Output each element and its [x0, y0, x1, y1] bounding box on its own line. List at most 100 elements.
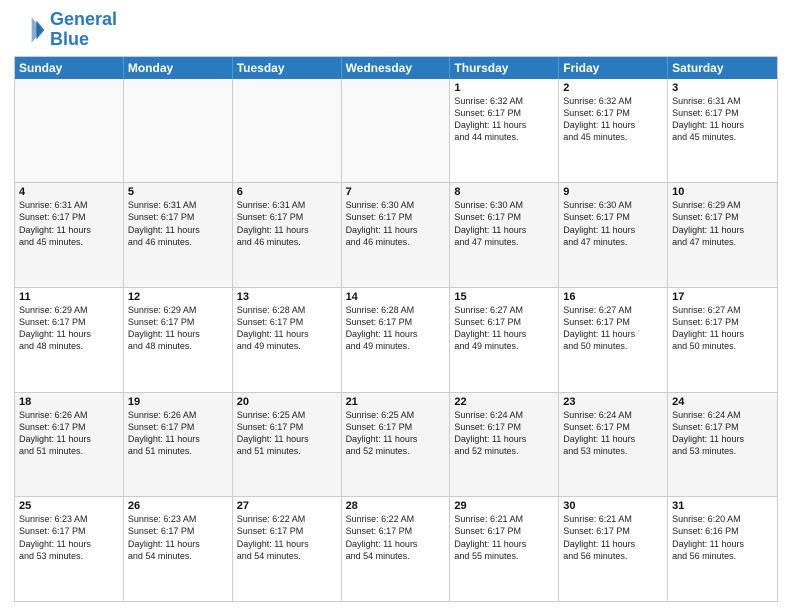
- day-number: 9: [563, 186, 663, 198]
- day-number: 4: [19, 186, 119, 198]
- cell-info: Sunrise: 6:21 AM Sunset: 6:17 PM Dayligh…: [454, 513, 554, 562]
- day-number: 7: [346, 186, 446, 198]
- calendar-cell: 19Sunrise: 6:26 AM Sunset: 6:17 PM Dayli…: [124, 393, 233, 497]
- cell-info: Sunrise: 6:27 AM Sunset: 6:17 PM Dayligh…: [454, 304, 554, 353]
- cell-info: Sunrise: 6:28 AM Sunset: 6:17 PM Dayligh…: [237, 304, 337, 353]
- day-number: 17: [672, 291, 773, 303]
- day-number: 11: [19, 291, 119, 303]
- cell-info: Sunrise: 6:32 AM Sunset: 6:17 PM Dayligh…: [563, 95, 663, 144]
- day-number: 3: [672, 82, 773, 94]
- cell-info: Sunrise: 6:24 AM Sunset: 6:17 PM Dayligh…: [672, 409, 773, 458]
- weekday-header: Saturday: [668, 57, 777, 79]
- day-number: 15: [454, 291, 554, 303]
- calendar-cell: 17Sunrise: 6:27 AM Sunset: 6:17 PM Dayli…: [668, 288, 777, 392]
- cell-info: Sunrise: 6:31 AM Sunset: 6:17 PM Dayligh…: [128, 199, 228, 248]
- cell-info: Sunrise: 6:27 AM Sunset: 6:17 PM Dayligh…: [563, 304, 663, 353]
- page: General Blue SundayMondayTuesdayWednesda…: [0, 0, 792, 612]
- calendar-cell: 27Sunrise: 6:22 AM Sunset: 6:17 PM Dayli…: [233, 497, 342, 601]
- cell-info: Sunrise: 6:22 AM Sunset: 6:17 PM Dayligh…: [237, 513, 337, 562]
- cell-info: Sunrise: 6:20 AM Sunset: 6:16 PM Dayligh…: [672, 513, 773, 562]
- calendar-body: 1Sunrise: 6:32 AM Sunset: 6:17 PM Daylig…: [15, 79, 777, 601]
- cell-info: Sunrise: 6:31 AM Sunset: 6:17 PM Dayligh…: [237, 199, 337, 248]
- calendar-cell: 15Sunrise: 6:27 AM Sunset: 6:17 PM Dayli…: [450, 288, 559, 392]
- day-number: 23: [563, 396, 663, 408]
- calendar-cell: 25Sunrise: 6:23 AM Sunset: 6:17 PM Dayli…: [15, 497, 124, 601]
- calendar-cell: 6Sunrise: 6:31 AM Sunset: 6:17 PM Daylig…: [233, 183, 342, 287]
- calendar-row: 25Sunrise: 6:23 AM Sunset: 6:17 PM Dayli…: [15, 496, 777, 601]
- cell-info: Sunrise: 6:24 AM Sunset: 6:17 PM Dayligh…: [563, 409, 663, 458]
- day-number: 20: [237, 396, 337, 408]
- weekday-header: Wednesday: [342, 57, 451, 79]
- calendar-cell: 26Sunrise: 6:23 AM Sunset: 6:17 PM Dayli…: [124, 497, 233, 601]
- calendar-cell: 16Sunrise: 6:27 AM Sunset: 6:17 PM Dayli…: [559, 288, 668, 392]
- cell-info: Sunrise: 6:21 AM Sunset: 6:17 PM Dayligh…: [563, 513, 663, 562]
- day-number: 1: [454, 82, 554, 94]
- day-number: 22: [454, 396, 554, 408]
- calendar: SundayMondayTuesdayWednesdayThursdayFrid…: [14, 56, 778, 602]
- calendar-cell: 7Sunrise: 6:30 AM Sunset: 6:17 PM Daylig…: [342, 183, 451, 287]
- calendar-cell: 11Sunrise: 6:29 AM Sunset: 6:17 PM Dayli…: [15, 288, 124, 392]
- day-number: 8: [454, 186, 554, 198]
- empty-cell: [124, 79, 233, 183]
- logo: General Blue: [14, 10, 117, 50]
- cell-info: Sunrise: 6:29 AM Sunset: 6:17 PM Dayligh…: [128, 304, 228, 353]
- empty-cell: [233, 79, 342, 183]
- header: General Blue: [14, 10, 778, 50]
- calendar-cell: 23Sunrise: 6:24 AM Sunset: 6:17 PM Dayli…: [559, 393, 668, 497]
- day-number: 25: [19, 500, 119, 512]
- cell-info: Sunrise: 6:26 AM Sunset: 6:17 PM Dayligh…: [19, 409, 119, 458]
- calendar-cell: 4Sunrise: 6:31 AM Sunset: 6:17 PM Daylig…: [15, 183, 124, 287]
- cell-info: Sunrise: 6:24 AM Sunset: 6:17 PM Dayligh…: [454, 409, 554, 458]
- calendar-row: 18Sunrise: 6:26 AM Sunset: 6:17 PM Dayli…: [15, 392, 777, 497]
- cell-info: Sunrise: 6:30 AM Sunset: 6:17 PM Dayligh…: [454, 199, 554, 248]
- day-number: 16: [563, 291, 663, 303]
- calendar-cell: 30Sunrise: 6:21 AM Sunset: 6:17 PM Dayli…: [559, 497, 668, 601]
- calendar-header: SundayMondayTuesdayWednesdayThursdayFrid…: [15, 57, 777, 79]
- day-number: 31: [672, 500, 773, 512]
- day-number: 29: [454, 500, 554, 512]
- calendar-cell: 9Sunrise: 6:30 AM Sunset: 6:17 PM Daylig…: [559, 183, 668, 287]
- weekday-header: Tuesday: [233, 57, 342, 79]
- cell-info: Sunrise: 6:30 AM Sunset: 6:17 PM Dayligh…: [346, 199, 446, 248]
- day-number: 24: [672, 396, 773, 408]
- day-number: 18: [19, 396, 119, 408]
- calendar-cell: 5Sunrise: 6:31 AM Sunset: 6:17 PM Daylig…: [124, 183, 233, 287]
- day-number: 30: [563, 500, 663, 512]
- cell-info: Sunrise: 6:31 AM Sunset: 6:17 PM Dayligh…: [19, 199, 119, 248]
- cell-info: Sunrise: 6:25 AM Sunset: 6:17 PM Dayligh…: [346, 409, 446, 458]
- calendar-row: 4Sunrise: 6:31 AM Sunset: 6:17 PM Daylig…: [15, 182, 777, 287]
- logo-text: General Blue: [50, 10, 117, 50]
- cell-info: Sunrise: 6:22 AM Sunset: 6:17 PM Dayligh…: [346, 513, 446, 562]
- calendar-cell: 2Sunrise: 6:32 AM Sunset: 6:17 PM Daylig…: [559, 79, 668, 183]
- calendar-cell: 8Sunrise: 6:30 AM Sunset: 6:17 PM Daylig…: [450, 183, 559, 287]
- cell-info: Sunrise: 6:27 AM Sunset: 6:17 PM Dayligh…: [672, 304, 773, 353]
- weekday-header: Monday: [124, 57, 233, 79]
- day-number: 27: [237, 500, 337, 512]
- calendar-cell: 24Sunrise: 6:24 AM Sunset: 6:17 PM Dayli…: [668, 393, 777, 497]
- calendar-cell: 14Sunrise: 6:28 AM Sunset: 6:17 PM Dayli…: [342, 288, 451, 392]
- cell-info: Sunrise: 6:23 AM Sunset: 6:17 PM Dayligh…: [128, 513, 228, 562]
- calendar-row: 11Sunrise: 6:29 AM Sunset: 6:17 PM Dayli…: [15, 287, 777, 392]
- calendar-cell: 20Sunrise: 6:25 AM Sunset: 6:17 PM Dayli…: [233, 393, 342, 497]
- weekday-header: Thursday: [450, 57, 559, 79]
- day-number: 12: [128, 291, 228, 303]
- day-number: 26: [128, 500, 228, 512]
- calendar-cell: 29Sunrise: 6:21 AM Sunset: 6:17 PM Dayli…: [450, 497, 559, 601]
- cell-info: Sunrise: 6:29 AM Sunset: 6:17 PM Dayligh…: [19, 304, 119, 353]
- day-number: 21: [346, 396, 446, 408]
- calendar-cell: 18Sunrise: 6:26 AM Sunset: 6:17 PM Dayli…: [15, 393, 124, 497]
- weekday-header: Sunday: [15, 57, 124, 79]
- day-number: 10: [672, 186, 773, 198]
- cell-info: Sunrise: 6:30 AM Sunset: 6:17 PM Dayligh…: [563, 199, 663, 248]
- weekday-header: Friday: [559, 57, 668, 79]
- calendar-cell: 13Sunrise: 6:28 AM Sunset: 6:17 PM Dayli…: [233, 288, 342, 392]
- day-number: 6: [237, 186, 337, 198]
- day-number: 2: [563, 82, 663, 94]
- cell-info: Sunrise: 6:32 AM Sunset: 6:17 PM Dayligh…: [454, 95, 554, 144]
- cell-info: Sunrise: 6:26 AM Sunset: 6:17 PM Dayligh…: [128, 409, 228, 458]
- cell-info: Sunrise: 6:23 AM Sunset: 6:17 PM Dayligh…: [19, 513, 119, 562]
- calendar-cell: 21Sunrise: 6:25 AM Sunset: 6:17 PM Dayli…: [342, 393, 451, 497]
- calendar-cell: 10Sunrise: 6:29 AM Sunset: 6:17 PM Dayli…: [668, 183, 777, 287]
- day-number: 19: [128, 396, 228, 408]
- calendar-cell: 3Sunrise: 6:31 AM Sunset: 6:17 PM Daylig…: [668, 79, 777, 183]
